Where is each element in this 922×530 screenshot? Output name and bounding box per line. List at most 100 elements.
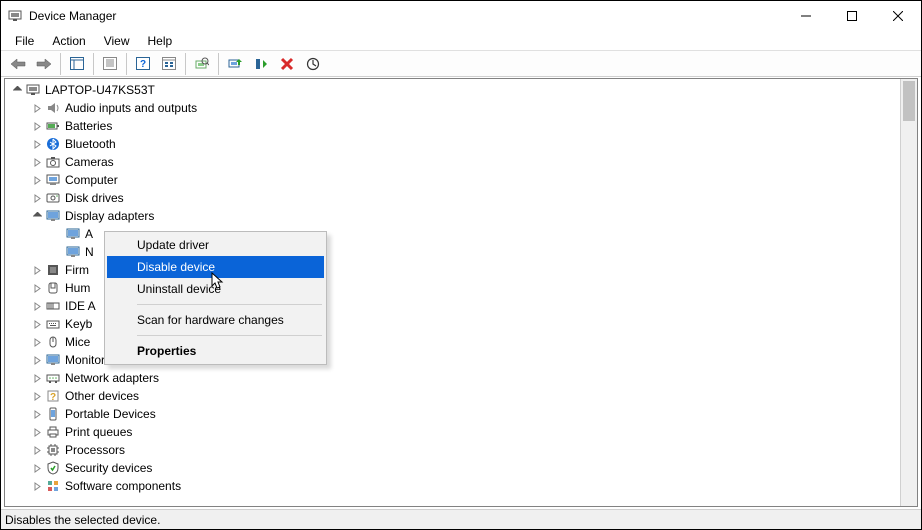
vertical-scrollbar[interactable] [900, 79, 917, 506]
forward-button[interactable] [32, 53, 56, 75]
chevron-right-icon[interactable] [29, 423, 45, 441]
disable-device-button[interactable] [249, 53, 273, 75]
ide-icon [45, 298, 61, 314]
tree-node[interactable]: Cameras [5, 153, 917, 171]
tree-node-label: Display adapters [65, 209, 154, 223]
app-icon [7, 8, 23, 24]
processor-icon [45, 442, 61, 458]
chevron-right-icon[interactable] [29, 387, 45, 405]
uninstall-device-button[interactable] [275, 53, 299, 75]
chevron-right-icon[interactable] [29, 333, 45, 351]
ctx-properties[interactable]: Properties [107, 340, 324, 362]
chevron-right-icon[interactable] [29, 441, 45, 459]
tree-node[interactable]: LAPTOP-U47KS53T [5, 81, 917, 99]
tree-node[interactable]: Portable Devices [5, 405, 917, 423]
back-button[interactable] [6, 53, 30, 75]
menu-help[interactable]: Help [140, 32, 181, 50]
software-icon [45, 478, 61, 494]
ctx-separator [137, 335, 322, 336]
tree-node-label: Print queues [65, 425, 132, 439]
tree-node[interactable]: Print queues [5, 423, 917, 441]
ctx-separator [137, 304, 322, 305]
tree-node-label: Processors [65, 443, 125, 457]
chevron-right-icon[interactable] [29, 297, 45, 315]
tree-node-label: Batteries [65, 119, 112, 133]
chevron-right-icon[interactable] [29, 135, 45, 153]
ctx-uninstall-device[interactable]: Uninstall device [107, 278, 324, 300]
enable-device-button[interactable] [301, 53, 325, 75]
update-driver-button[interactable] [223, 53, 247, 75]
audio-icon [45, 100, 61, 116]
network-icon [45, 370, 61, 386]
chevron-right-icon[interactable] [29, 369, 45, 387]
tree-node[interactable]: ? Other devices [5, 387, 917, 405]
printer-icon [45, 424, 61, 440]
tree-node-label: LAPTOP-U47KS53T [45, 83, 155, 97]
chevron-right-icon[interactable] [29, 405, 45, 423]
menu-action[interactable]: Action [44, 32, 93, 50]
chevron-right-icon[interactable] [29, 189, 45, 207]
chevron-down-icon[interactable] [9, 81, 25, 99]
mouse-icon [45, 334, 61, 350]
chevron-right-icon[interactable] [29, 261, 45, 279]
tree-node-label: IDE A [65, 299, 96, 313]
tree-node[interactable]: Network adapters [5, 369, 917, 387]
computer-icon [25, 82, 41, 98]
show-hide-console-button[interactable] [65, 53, 89, 75]
display-icon [45, 208, 61, 224]
chevron-right-icon[interactable] [29, 171, 45, 189]
maximize-button[interactable] [829, 1, 875, 31]
chevron-down-icon[interactable] [29, 207, 45, 225]
tree-node-label: Portable Devices [65, 407, 156, 421]
tree-node[interactable]: Security devices [5, 459, 917, 477]
display-device-icon [65, 244, 81, 260]
tree-node[interactable]: Processors [5, 441, 917, 459]
scan-hardware-button[interactable] [190, 53, 214, 75]
status-bar: Disables the selected device. [1, 509, 921, 529]
properties-button[interactable] [98, 53, 122, 75]
menu-view[interactable]: View [96, 32, 138, 50]
menu-file[interactable]: File [7, 32, 42, 50]
tree-node-label: Disk drives [65, 191, 124, 205]
titlebar: Device Manager [1, 1, 921, 31]
security-icon [45, 460, 61, 476]
keyboard-icon [45, 316, 61, 332]
close-button[interactable] [875, 1, 921, 31]
action-button[interactable] [157, 53, 181, 75]
tree-node[interactable]: Bluetooth [5, 135, 917, 153]
tree-node[interactable]: Software components [5, 477, 917, 495]
svg-text:?: ? [140, 59, 146, 70]
help-button[interactable]: ? [131, 53, 155, 75]
tree-node[interactable]: Disk drives [5, 189, 917, 207]
tree-node-label: Computer [65, 173, 118, 187]
menubar: File Action View Help [1, 31, 921, 51]
minimize-button[interactable] [783, 1, 829, 31]
chevron-right-icon[interactable] [29, 153, 45, 171]
ctx-disable-device[interactable]: Disable device [107, 256, 324, 278]
tree-node[interactable]: Computer [5, 171, 917, 189]
tree-node-label: A [85, 227, 93, 241]
tree-node-label: Bluetooth [65, 137, 116, 151]
firmware-icon [45, 262, 61, 278]
hid-icon [45, 280, 61, 296]
chevron-right-icon[interactable] [29, 477, 45, 495]
tree-node[interactable]: Batteries [5, 117, 917, 135]
toolbar: ? [1, 51, 921, 77]
chevron-right-icon[interactable] [29, 315, 45, 333]
tree-node-label: Security devices [65, 461, 152, 475]
chevron-right-icon[interactable] [29, 99, 45, 117]
tree-node-label: Other devices [65, 389, 139, 403]
svg-text:?: ? [50, 392, 56, 403]
tree-node[interactable]: Audio inputs and outputs [5, 99, 917, 117]
chevron-right-icon[interactable] [29, 279, 45, 297]
tree-node-label: Network adapters [65, 371, 159, 385]
ctx-update-driver[interactable]: Update driver [107, 234, 324, 256]
ctx-scan-hardware[interactable]: Scan for hardware changes [107, 309, 324, 331]
chevron-right-icon[interactable] [29, 459, 45, 477]
chevron-right-icon[interactable] [29, 351, 45, 369]
bluetooth-icon [45, 136, 61, 152]
chevron-right-icon[interactable] [29, 117, 45, 135]
tree-node-label: Keyb [65, 317, 92, 331]
tree-node[interactable]: Display adapters [5, 207, 917, 225]
portable-icon [45, 406, 61, 422]
